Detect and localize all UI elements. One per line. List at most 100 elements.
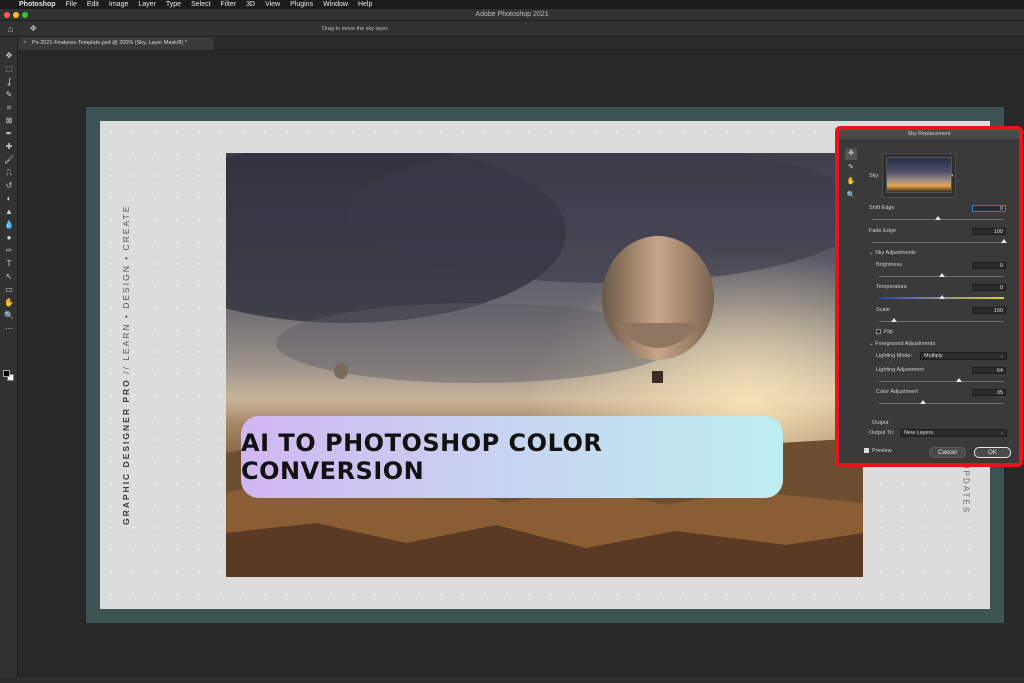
zoom-tool-icon[interactable]: 🔍 bbox=[4, 311, 14, 321]
close-icon[interactable]: × bbox=[23, 37, 27, 50]
foreground-color-swatch[interactable] bbox=[3, 370, 10, 377]
fade-edge-input[interactable]: 100 bbox=[972, 228, 1006, 235]
healing-brush-tool-icon[interactable]: ✚ bbox=[4, 142, 14, 152]
brand-name: GRAPHIC DESIGNER PRO bbox=[121, 378, 131, 525]
tools-panel: ✥ ⬚ ʆ ✎ ⌗ ⊠ ✒ ✚ 🖌 ⎍ ↺ ◐ ▲ 💧 ● ✑ T ↖ ▭ ✋ … bbox=[0, 37, 18, 677]
status-bar bbox=[0, 677, 1024, 683]
menu-window[interactable]: Window bbox=[318, 0, 353, 9]
marquee-tool-icon[interactable]: ⬚ bbox=[4, 64, 14, 74]
chevron-down-icon[interactable]: ▾ bbox=[951, 173, 954, 179]
lighting-mode-label: Lighting Mode: bbox=[876, 353, 913, 359]
menu-edit[interactable]: Edit bbox=[82, 0, 104, 9]
move-tool-preset-icon[interactable]: ✥ bbox=[30, 24, 46, 34]
menu-plugins[interactable]: Plugins bbox=[285, 0, 318, 9]
color-adjustment-input[interactable]: 35 bbox=[972, 389, 1006, 396]
temperature-thumb[interactable] bbox=[938, 295, 945, 299]
document-tab-bar: × Ps-2021-Features-Template.psd @ 200% (… bbox=[18, 37, 1024, 50]
chevron-down-icon: ⌄ bbox=[999, 353, 1004, 359]
fade-edge-slider[interactable] bbox=[872, 242, 1004, 243]
flip-label: Flip bbox=[884, 329, 893, 335]
menu-file[interactable]: File bbox=[61, 0, 82, 9]
dialog-title: Sky Replacement bbox=[839, 130, 1019, 139]
object-selection-tool-icon[interactable]: ✎ bbox=[4, 90, 14, 100]
frame-tool-icon[interactable]: ⊠ bbox=[4, 116, 14, 126]
scale-label: Scale bbox=[876, 307, 890, 313]
sky-move-tool-icon[interactable]: ✥ bbox=[845, 148, 857, 160]
lighting-mode-select[interactable]: Multiply ⌄ bbox=[920, 352, 1007, 360]
menu-help[interactable]: Help bbox=[353, 0, 377, 9]
output-header: Output bbox=[872, 420, 889, 426]
output-to-select[interactable]: New Layers ⌄ bbox=[900, 429, 1007, 437]
dodge-tool-icon[interactable]: ● bbox=[4, 233, 14, 243]
window-title: Adobe Photoshop 2021 bbox=[475, 11, 549, 18]
brightness-thumb[interactable] bbox=[938, 273, 945, 277]
crop-tool-icon[interactable]: ⌗ bbox=[4, 103, 14, 113]
banner-text: AI TO PHOTOSHOP COLOR CONVERSION bbox=[241, 429, 603, 485]
sky-hand-tool-icon[interactable]: ✋ bbox=[845, 176, 857, 188]
flip-checkbox[interactable] bbox=[876, 329, 881, 334]
sky-thumbnail[interactable] bbox=[886, 157, 952, 193]
menu-photoshop[interactable]: Photoshop bbox=[14, 0, 61, 9]
blur-tool-icon[interactable]: 💧 bbox=[4, 220, 14, 230]
lighting-adjustment-thumb[interactable] bbox=[956, 378, 962, 382]
brand-tagline: // LEARN • DESIGN • CREATE bbox=[121, 204, 131, 379]
sky-brush-tool-icon[interactable]: ✎ bbox=[845, 162, 857, 174]
scale-thumb[interactable] bbox=[891, 318, 897, 322]
home-icon[interactable]: ⌂ bbox=[8, 24, 18, 34]
menu-select[interactable]: Select bbox=[186, 0, 215, 9]
chevron-down-icon: ⌄ bbox=[999, 430, 1004, 436]
type-tool-icon[interactable]: T bbox=[4, 259, 14, 269]
sky-zoom-tool-icon[interactable]: 🔍 bbox=[845, 190, 857, 202]
menu-3d[interactable]: 3D bbox=[241, 0, 260, 9]
menu-bar: Photoshop File Edit Image Layer Type Sel… bbox=[0, 0, 1024, 9]
output-to-label: Output To: bbox=[869, 430, 895, 436]
move-tool-icon[interactable]: ✥ bbox=[4, 51, 14, 61]
fade-edge-label: Fade Edge bbox=[869, 228, 896, 234]
lasso-tool-icon[interactable]: ʆ bbox=[4, 77, 14, 87]
pen-tool-icon[interactable]: ✑ bbox=[4, 246, 14, 256]
brush-tool-icon[interactable]: 🖌 bbox=[4, 155, 14, 165]
temperature-label: Temperature bbox=[876, 284, 907, 290]
document-tab[interactable]: × Ps-2021-Features-Template.psd @ 200% (… bbox=[18, 37, 214, 50]
gradient-tool-icon[interactable]: ▲ bbox=[4, 207, 14, 217]
rectangle-tool-icon[interactable]: ▭ bbox=[4, 285, 14, 295]
lighting-adjustment-label: Lighting Adjustment bbox=[876, 367, 925, 373]
lighting-adjustment-slider[interactable] bbox=[879, 381, 1004, 382]
shift-edge-input[interactable]: 0 bbox=[972, 205, 1006, 212]
photo-illustration bbox=[226, 153, 863, 577]
scale-slider[interactable] bbox=[879, 321, 1004, 322]
sky-label: Sky: bbox=[869, 173, 880, 179]
fade-edge-thumb[interactable] bbox=[1001, 239, 1007, 243]
scale-input[interactable]: 100 bbox=[972, 307, 1006, 314]
edit-toolbar-icon[interactable]: ⋯ bbox=[4, 324, 14, 334]
color-adjustment-thumb[interactable] bbox=[919, 400, 926, 404]
title-banner: AI TO PHOTOSHOP COLOR CONVERSION bbox=[241, 416, 783, 498]
shift-edge-thumb[interactable] bbox=[935, 216, 941, 220]
sky-adjustments-header[interactable]: ⌄ Sky Adjustments bbox=[869, 250, 916, 256]
lighting-adjustment-input[interactable]: 64 bbox=[972, 367, 1006, 374]
ok-button[interactable]: OK bbox=[974, 447, 1011, 458]
temperature-input[interactable]: 0 bbox=[972, 284, 1006, 291]
menu-filter[interactable]: Filter bbox=[216, 0, 242, 9]
color-adjustment-label: Color Adjustment bbox=[876, 389, 918, 395]
balloon-photo[interactable] bbox=[226, 153, 863, 577]
foreground-adjustments-header[interactable]: ⌄ Foreground Adjustments bbox=[869, 341, 935, 347]
menu-type[interactable]: Type bbox=[161, 0, 186, 9]
sky-adjustments-label: Sky Adjustments bbox=[875, 250, 916, 256]
hand-tool-icon[interactable]: ✋ bbox=[4, 298, 14, 308]
options-hint: Drag to move the sky layer. bbox=[322, 26, 389, 32]
menu-view[interactable]: View bbox=[260, 0, 285, 9]
cancel-button[interactable]: Cancel bbox=[929, 447, 966, 458]
clone-stamp-tool-icon[interactable]: ⎍ bbox=[4, 168, 14, 178]
preview-label: Preview bbox=[872, 448, 892, 454]
preview-checkbox[interactable] bbox=[864, 448, 869, 453]
menu-image[interactable]: Image bbox=[104, 0, 133, 9]
brightness-input[interactable]: 0 bbox=[972, 262, 1006, 269]
lighting-mode-value: Multiply bbox=[924, 353, 943, 359]
path-selection-tool-icon[interactable]: ↖ bbox=[4, 272, 14, 282]
eyedropper-tool-icon[interactable]: ✒ bbox=[4, 129, 14, 139]
menu-layer[interactable]: Layer bbox=[133, 0, 161, 9]
eraser-tool-icon[interactable]: ◐ bbox=[4, 194, 14, 204]
history-brush-tool-icon[interactable]: ↺ bbox=[4, 181, 14, 191]
color-adjustment-slider[interactable] bbox=[879, 403, 1004, 404]
